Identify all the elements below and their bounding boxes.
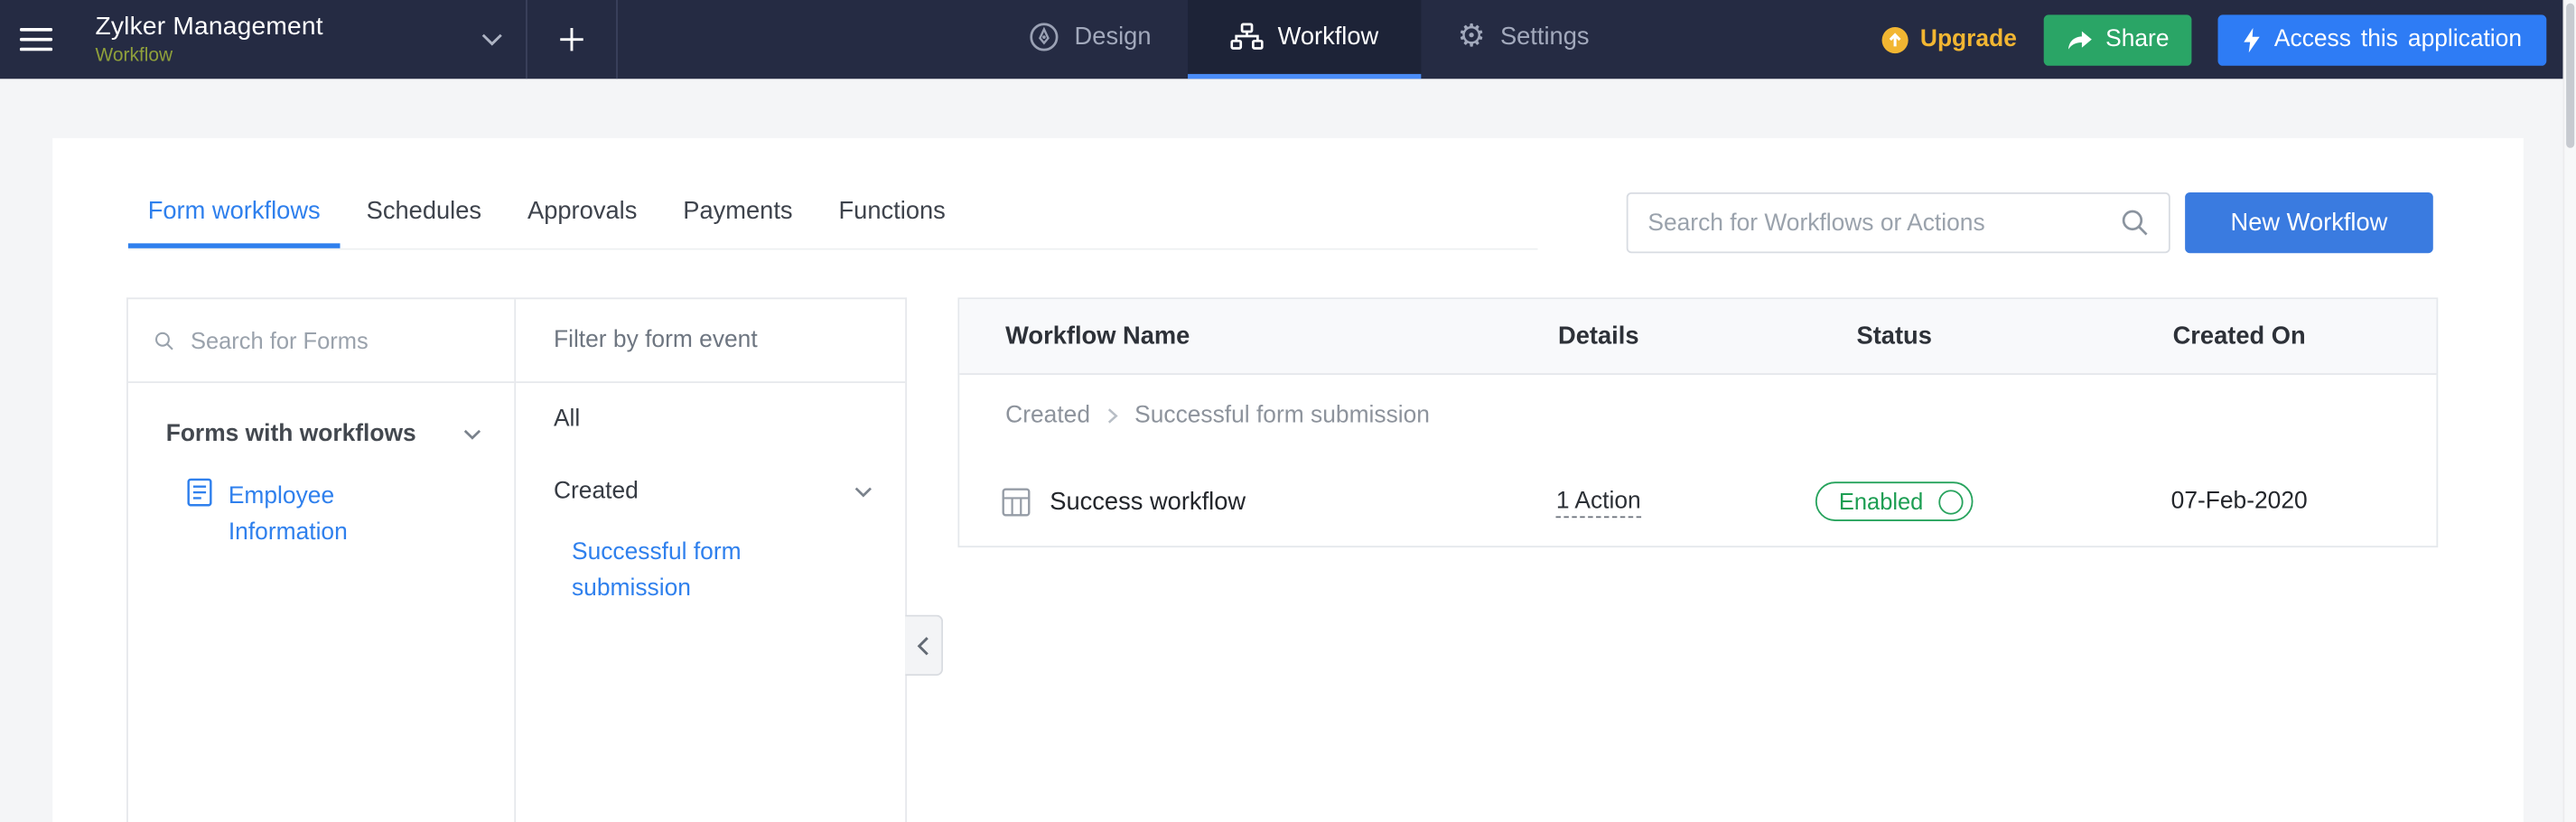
app-window: Zylker Management Workflow [0,0,2576,822]
topbar: Zylker Management Workflow [0,0,2576,79]
upgrade-button[interactable]: Upgrade [1881,25,2017,53]
form-item-label: Employee Information [229,479,409,551]
nav-settings[interactable]: ⚙ Settings [1422,0,1626,79]
topbar-divider [616,0,618,79]
nav-settings-label: Settings [1500,23,1590,51]
panel-collapse-button[interactable] [905,615,943,676]
workflow-search-input[interactable] [1647,210,2121,236]
gear-icon: ⚙ [1458,22,1486,53]
upgrade-arrow-icon [1881,25,1909,53]
hamburger-menu-button[interactable] [0,0,72,79]
new-workflow-button[interactable]: New Workflow [2185,192,2433,253]
plus-icon [558,26,584,52]
tab-functions[interactable]: Functions [819,178,966,248]
column-header-status: Status [1746,322,2041,350]
forms-group-header[interactable]: Forms with workflows [128,406,514,462]
app-titles: Zylker Management Workflow [95,14,322,66]
hamburger-icon [20,28,52,51]
created-on-value: 07-Feb-2020 [2171,489,2308,515]
form-icon [187,479,211,507]
scrollbar-thumb[interactable] [2566,4,2574,148]
lightning-bolt-icon [2243,27,2261,51]
nav-design[interactable]: Design [993,0,1188,79]
chevron-down-icon [481,33,503,46]
share-button[interactable]: Share [2043,14,2192,64]
add-application-button[interactable] [527,0,616,79]
table-group-row: Created Successful form submission [959,375,2436,457]
forms-group-title: Forms with workflows [166,421,416,447]
search-icon [154,328,174,352]
tab-payments[interactable]: Payments [663,178,812,248]
filter-item-created[interactable]: Created [516,455,905,528]
app-selector[interactable]: Zylker Management Workflow [72,0,526,79]
status-badge: Enabled [1839,489,1923,515]
app-subtitle: Workflow [95,46,322,66]
design-icon [1029,22,1060,53]
column-header-workflow-name: Workflow Name [959,322,1451,350]
filter-item-all[interactable]: All [516,383,905,455]
tab-approvals[interactable]: Approvals [508,178,657,248]
chevron-down-icon [854,486,873,498]
filter-panel: Filter by form event All Created Success… [516,299,905,822]
chevron-down-icon [463,428,481,440]
filter-subitem-label: Successful form submission [572,535,785,607]
page-background: Form workflows Schedules Approvals Payme… [0,79,2576,822]
tab-form-workflows[interactable]: Form workflows [128,178,341,248]
workflow-tabs: Form workflows Schedules Approvals Payme… [128,178,1538,250]
nav-workflow-label: Workflow [1278,23,1379,51]
column-header-details: Details [1451,322,1746,350]
topbar-nav: Design Workflow ⚙ Settings [993,0,1626,79]
chevron-left-icon [917,635,930,655]
filter-item-label: Created [554,479,639,505]
access-label: Access this application [2274,26,2522,52]
workflow-name: Success workflow [1050,488,1246,516]
forms-panel: Forms with workflows Employee Informatio… [128,299,516,822]
vertical-scrollbar [2562,0,2576,822]
chevron-right-icon [1106,407,1118,424]
workflow-card: Form workflows Schedules Approvals Payme… [52,138,2524,822]
toggle-knob-icon [1938,489,1963,513]
nav-design-label: Design [1075,23,1152,51]
filter-item-label: All [554,406,580,433]
share-label: Share [2105,26,2169,52]
topbar-actions: Upgrade Share Access this application [1881,0,2546,79]
filter-item-successful-form-submission[interactable]: Successful form submission [516,528,905,606]
tab-schedules[interactable]: Schedules [347,178,501,248]
access-application-button[interactable]: Access this application [2218,14,2546,64]
column-header-created-on: Created On [2042,322,2437,350]
side-panels: Forms with workflows Employee Informatio… [126,297,907,822]
workflow-name-cell: Success workflow [959,488,1451,516]
breadcrumb-created: Created [1005,403,1090,429]
sidebar-item-employee-information[interactable]: Employee Information [128,462,514,550]
share-icon [2066,29,2092,51]
nav-workflow[interactable]: Workflow [1188,0,1422,79]
forms-search-box [128,299,514,383]
table-header-row: Workflow Name Details Status Created On [959,299,2436,375]
table-row[interactable]: Success workflow 1 Action Enabled 07-Feb… [959,457,2436,546]
forms-search-input[interactable] [191,327,488,353]
upgrade-label: Upgrade [1920,26,2017,52]
status-toggle[interactable]: Enabled [1815,481,1973,521]
report-grid-icon [1003,488,1031,516]
workflow-icon [1230,23,1263,51]
workflow-table: Workflow Name Details Status Created On … [957,297,2438,547]
breadcrumb-successful-form-submission: Successful form submission [1134,403,1430,429]
app-name: Zylker Management [95,14,322,43]
search-icon[interactable] [2121,209,2149,237]
workflow-search-box [1627,192,2170,253]
filter-panel-title: Filter by form event [516,299,905,383]
details-action-link[interactable]: 1 Action [1556,489,1641,518]
